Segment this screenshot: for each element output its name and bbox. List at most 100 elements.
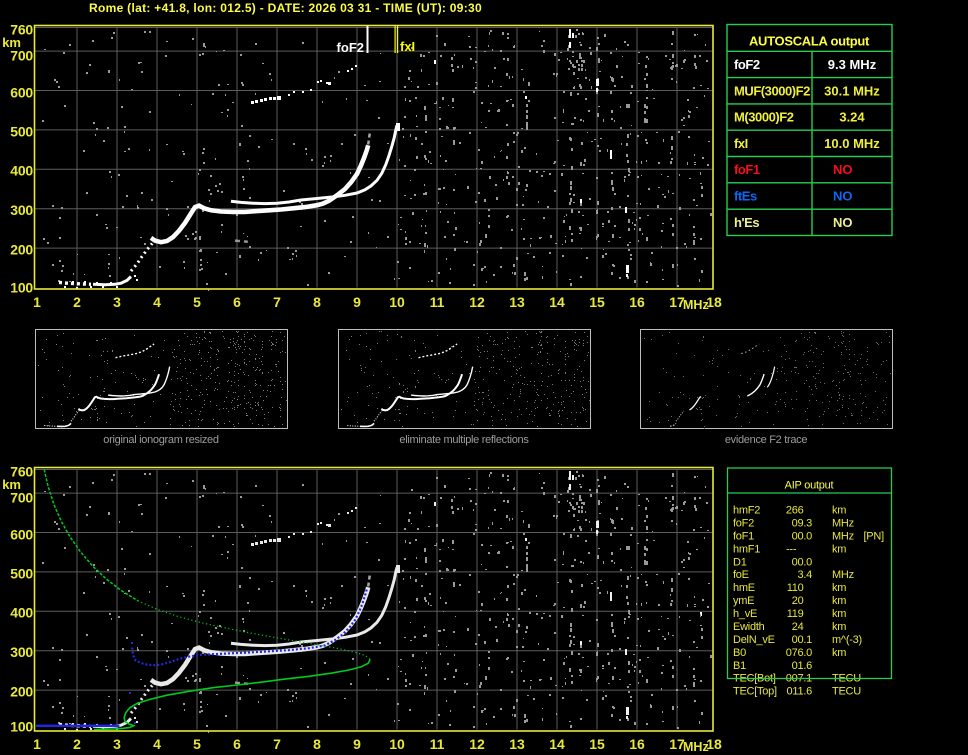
svg-text:foF1: foF1 <box>734 162 760 177</box>
svg-text:1: 1 <box>33 294 41 310</box>
svg-text:5: 5 <box>193 294 201 310</box>
svg-text:09.3: 09.3 <box>792 518 813 530</box>
svg-text:13: 13 <box>509 294 525 310</box>
svg-text:400: 400 <box>10 163 33 179</box>
svg-text:MHz: MHz <box>683 740 709 754</box>
svg-text:9: 9 <box>353 294 361 310</box>
svg-text:D1: D1 <box>733 556 747 568</box>
svg-text:original ionogram resized: original ionogram resized <box>103 434 219 446</box>
svg-text:10.0 MHz: 10.0 MHz <box>824 136 880 151</box>
svg-text:km: km <box>2 477 21 492</box>
svg-text:20: 20 <box>792 595 804 607</box>
svg-text:km: km <box>832 543 846 555</box>
svg-text:km: km <box>832 582 846 594</box>
svg-text:M(3000)F2: M(3000)F2 <box>734 110 794 125</box>
svg-text:km: km <box>832 647 846 659</box>
svg-text:km: km <box>832 608 846 620</box>
svg-text:MHz: MHz <box>832 518 854 530</box>
svg-text:6: 6 <box>233 736 241 752</box>
svg-text:MUF(3000)F2: MUF(3000)F2 <box>734 83 810 98</box>
svg-text:TECU: TECU <box>832 686 861 698</box>
svg-text:eliminate multiple reflections: eliminate multiple reflections <box>399 434 529 446</box>
svg-text:foF2: foF2 <box>734 57 760 72</box>
svg-text:foF2: foF2 <box>733 518 754 530</box>
svg-text:16: 16 <box>629 736 645 752</box>
svg-text:Rome (lat: +41.8, lon: 012.5): Rome (lat: +41.8, lon: 012.5) - DATE: 20… <box>89 1 482 15</box>
svg-text:110: 110 <box>787 582 804 594</box>
svg-text:12: 12 <box>469 736 485 752</box>
svg-text:4: 4 <box>153 294 161 310</box>
svg-text:15: 15 <box>589 736 605 752</box>
svg-text:076.0: 076.0 <box>786 647 812 659</box>
svg-text:---: --- <box>786 543 797 555</box>
svg-text:MHz: MHz <box>832 531 854 543</box>
svg-text:11: 11 <box>430 294 445 310</box>
svg-text:10: 10 <box>389 294 405 310</box>
svg-text:100: 100 <box>10 280 33 296</box>
svg-text:h_vE: h_vE <box>733 608 757 620</box>
svg-text:ftEs: ftEs <box>734 189 757 204</box>
svg-text:500: 500 <box>10 124 33 140</box>
svg-text:4: 4 <box>153 736 161 752</box>
svg-text:[PN]: [PN] <box>864 531 885 543</box>
svg-text:300: 300 <box>10 202 33 218</box>
svg-text:fxI: fxI <box>734 136 748 151</box>
svg-text:100: 100 <box>10 719 33 735</box>
svg-text:1: 1 <box>33 736 41 752</box>
svg-text:km: km <box>2 35 21 50</box>
svg-text:9.3 MHz: 9.3 MHz <box>828 57 877 72</box>
svg-text:300: 300 <box>10 644 33 660</box>
svg-text:266: 266 <box>786 505 804 517</box>
svg-text:3: 3 <box>113 294 121 310</box>
svg-text:hmE: hmE <box>733 582 755 594</box>
svg-text:NO: NO <box>833 189 853 204</box>
svg-text:00.0: 00.0 <box>792 556 813 568</box>
svg-text:fxI: fxI <box>400 39 415 54</box>
svg-text:B0: B0 <box>733 647 746 659</box>
svg-text:NO: NO <box>833 215 853 230</box>
svg-text:200: 200 <box>10 684 33 700</box>
svg-text:km: km <box>832 621 846 633</box>
svg-text:600: 600 <box>10 527 33 543</box>
svg-text:00.1: 00.1 <box>792 634 813 646</box>
svg-text:foE: foE <box>733 569 749 581</box>
svg-text:30.1 MHz: 30.1 MHz <box>824 83 880 98</box>
svg-text:011.6: 011.6 <box>787 686 813 698</box>
svg-text:7: 7 <box>273 736 281 752</box>
svg-text:24: 24 <box>792 621 804 633</box>
svg-text:3.24: 3.24 <box>839 110 865 125</box>
svg-text:16: 16 <box>629 294 645 310</box>
svg-text:km: km <box>832 505 846 517</box>
svg-text:00.0: 00.0 <box>792 531 813 543</box>
svg-text:foF1: foF1 <box>733 531 754 543</box>
svg-text:evidence F2 trace: evidence F2 trace <box>725 434 808 446</box>
svg-text:MHz: MHz <box>832 569 854 581</box>
svg-text:foF2: foF2 <box>337 40 364 55</box>
svg-text:9: 9 <box>353 736 361 752</box>
svg-text:AIP output: AIP output <box>785 480 834 492</box>
svg-text:2: 2 <box>73 294 81 310</box>
svg-text:3: 3 <box>113 736 121 752</box>
svg-text:01.6: 01.6 <box>792 660 813 672</box>
svg-text:TEC[Top]: TEC[Top] <box>733 686 777 698</box>
svg-text:B1: B1 <box>733 660 746 672</box>
svg-text:200: 200 <box>10 242 33 258</box>
svg-text:12: 12 <box>469 294 485 310</box>
svg-text:h'Es: h'Es <box>734 215 759 230</box>
svg-text:3.4: 3.4 <box>797 569 812 581</box>
svg-text:7: 7 <box>273 294 281 310</box>
svg-text:m^(-3): m^(-3) <box>832 634 862 646</box>
svg-text:18: 18 <box>706 736 722 752</box>
svg-text:hmF2: hmF2 <box>733 505 760 517</box>
svg-text:NO: NO <box>833 162 853 177</box>
svg-text:6: 6 <box>233 294 241 310</box>
svg-text:DelN_vE: DelN_vE <box>733 634 775 646</box>
svg-text:km: km <box>832 595 846 607</box>
svg-text:14: 14 <box>549 294 565 310</box>
svg-text:Ewidth: Ewidth <box>733 621 765 633</box>
svg-text:15: 15 <box>589 294 605 310</box>
svg-text:500: 500 <box>10 566 33 582</box>
svg-text:119: 119 <box>787 608 804 620</box>
svg-text:ymE: ymE <box>733 595 754 607</box>
svg-text:8: 8 <box>313 736 321 752</box>
